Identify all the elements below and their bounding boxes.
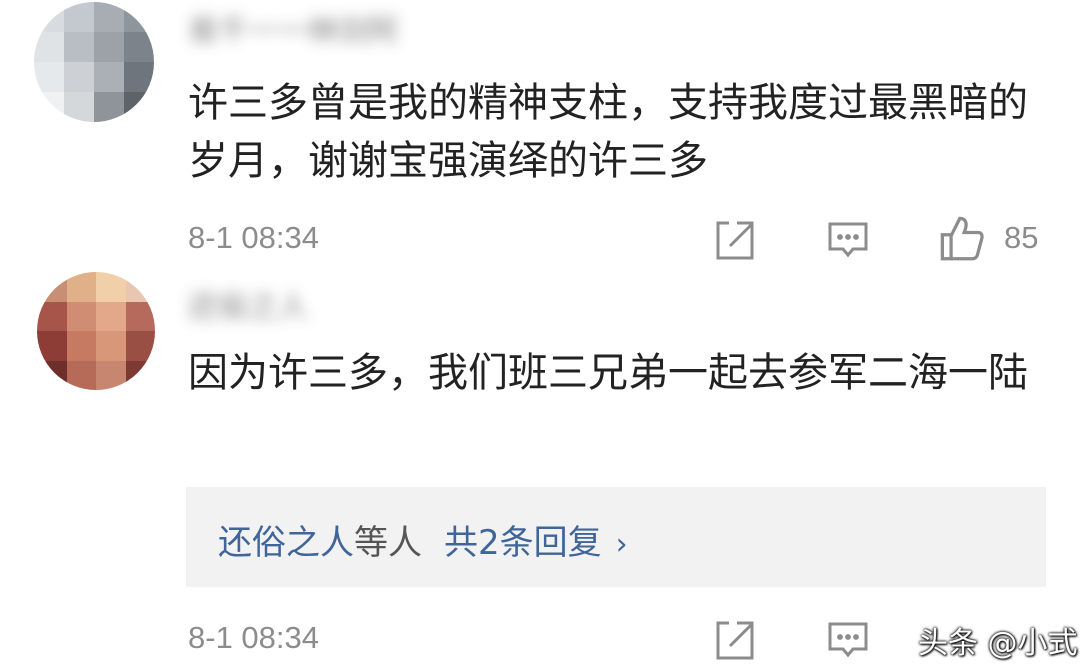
share-icon[interactable] (713, 618, 757, 662)
reply-others-label: 等人 (354, 523, 422, 563)
avatar[interactable] (34, 2, 154, 122)
username[interactable]: 易千一一林剑阿 (188, 6, 398, 50)
comment-text: 许三多曾是我的精神支柱，支持我度过最黑暗的岁月，谢谢宝强演绎的许三多 (188, 80, 1028, 184)
avatar[interactable] (37, 272, 155, 390)
share-icon[interactable] (713, 218, 757, 262)
comment-time: 8-1 08:34 (188, 620, 319, 655)
username[interactable]: 还俗之人 (188, 282, 308, 326)
reply-user-names[interactable]: 还俗之人 (218, 523, 354, 563)
comment-text: 因为许三多，我们班三兄弟一起去参军二海一陆 (188, 350, 1028, 396)
reply-count-link[interactable]: 共2条回复 (444, 523, 602, 563)
chevron-right-icon[interactable]: › (616, 527, 628, 562)
comment-icon[interactable] (826, 218, 870, 262)
watermark: 头条 @小式 (918, 626, 1078, 661)
replies-link[interactable]: 还俗之人等人 共2条回复 › (218, 515, 628, 564)
comment-time: 8-1 08:34 (188, 220, 319, 255)
comment-icon[interactable] (826, 618, 870, 662)
thumbs-up-icon[interactable] (938, 214, 986, 262)
replies-summary[interactable]: 还俗之人等人 共2条回复 › (186, 487, 1046, 587)
like-count: 85 (1004, 220, 1039, 255)
